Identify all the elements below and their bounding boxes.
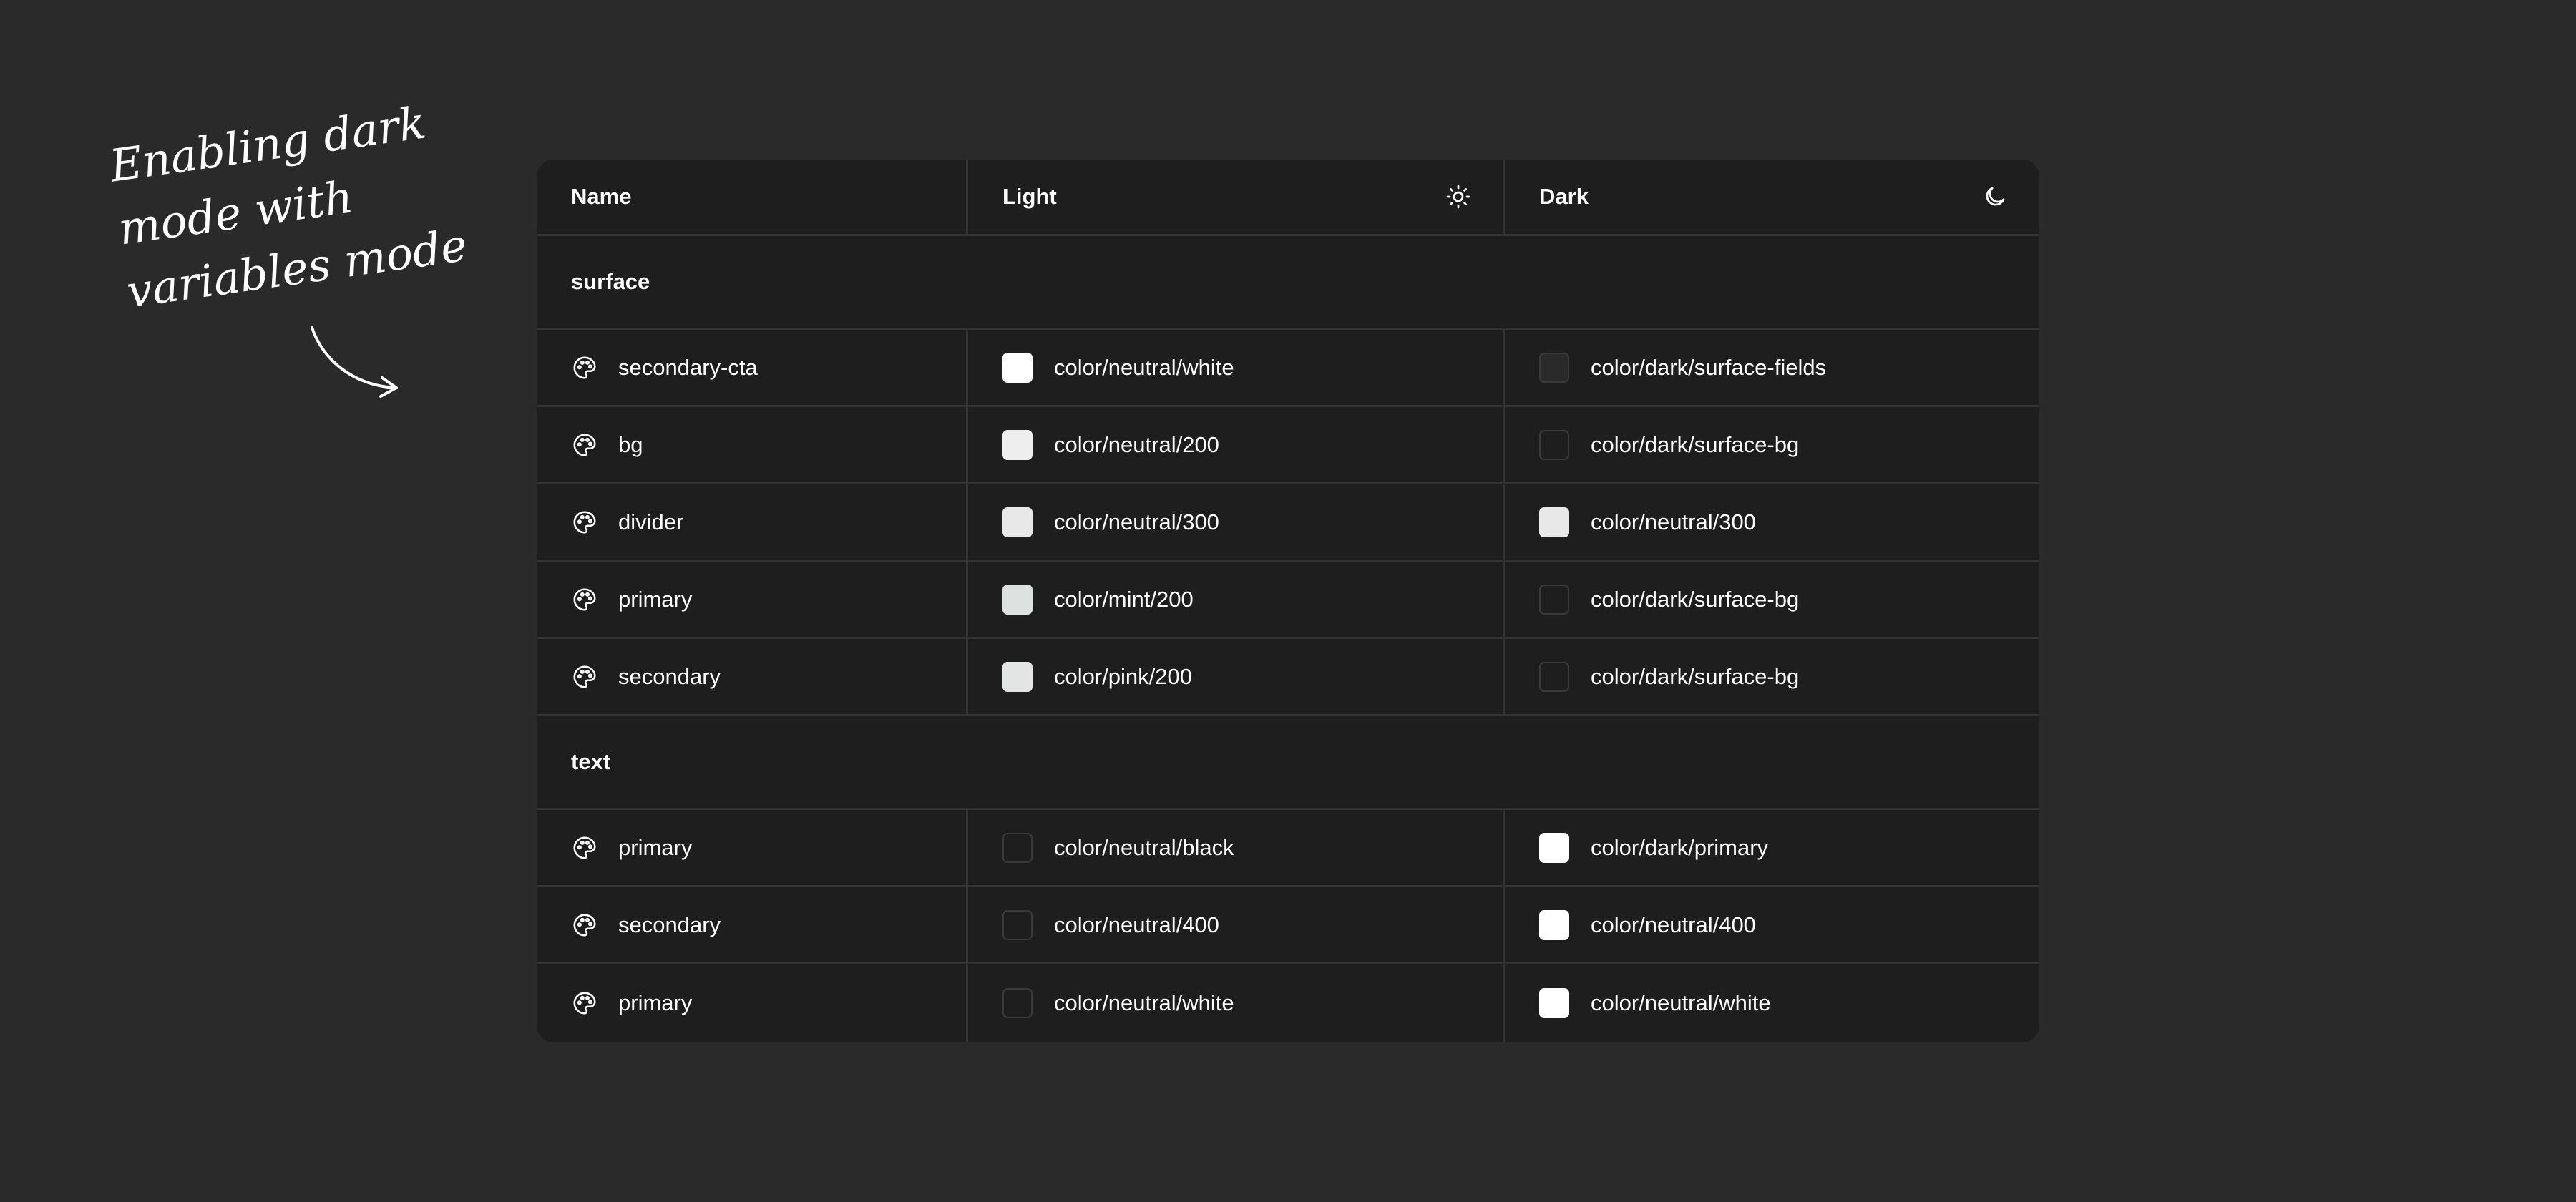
dark-color-swatch[interactable]	[1539, 584, 1569, 615]
variable-name: divider	[618, 509, 684, 534]
light-value: color/neutral/white	[1054, 990, 1234, 1015]
group-label: surface	[571, 269, 650, 294]
table-row[interactable]: primary color/neutral/black color/dark/pri…	[537, 810, 2039, 887]
table-row[interactable]: primary color/neutral/white color/neutral/…	[537, 964, 2039, 1042]
palette-icon	[573, 587, 596, 611]
variable-name: primary	[618, 586, 693, 612]
light-value-cell[interactable]: color/neutral/white	[966, 330, 1503, 405]
dark-value-cell[interactable]: color/neutral/300	[1503, 484, 2039, 560]
table-row[interactable]: secondary color/neutral/400 color/neutral/…	[537, 887, 2039, 964]
header-name[interactable]: Name	[537, 160, 966, 234]
palette-icon	[573, 433, 596, 456]
light-value-cell[interactable]: color/mint/200	[966, 562, 1503, 637]
dark-value: color/neutral/300	[1591, 509, 1756, 534]
dark-value-cell[interactable]: color/dark/surface-bg	[1503, 407, 2039, 482]
dark-value: color/dark/primary	[1591, 834, 1769, 860]
group-row-text[interactable]: text	[537, 716, 2039, 810]
palette-icon	[573, 992, 596, 1015]
palette-icon	[573, 913, 596, 937]
variable-name: bg	[618, 431, 643, 457]
dark-color-swatch[interactable]	[1539, 661, 1569, 692]
light-color-swatch[interactable]	[1002, 832, 1033, 863]
table-row[interactable]: primary color/mint/200 color/dark/surface-…	[537, 562, 2039, 639]
dark-value: color/dark/surface-bg	[1591, 663, 1800, 689]
light-color-swatch[interactable]	[1002, 352, 1033, 383]
dark-value: color/neutral/400	[1591, 912, 1756, 937]
light-value-cell[interactable]: color/neutral/black	[966, 810, 1503, 885]
light-color-swatch[interactable]	[1002, 429, 1033, 460]
light-color-swatch[interactable]	[1002, 909, 1033, 940]
dark-value-cell[interactable]: color/neutral/white	[1503, 964, 2039, 1042]
variable-name-cell[interactable]: primary	[537, 562, 966, 637]
palette-icon	[573, 836, 596, 859]
variable-name-cell[interactable]: primary	[537, 964, 966, 1042]
variable-name-cell[interactable]: divider	[537, 484, 966, 560]
header-dark-label: Dark	[1539, 184, 1589, 209]
dark-color-swatch[interactable]	[1539, 429, 1569, 460]
table-row[interactable]: divider color/neutral/300 color/neutral/30…	[537, 484, 2039, 562]
variable-name: secondary	[618, 663, 721, 689]
table-row[interactable]: secondary color/pink/200 color/dark/surfac…	[537, 639, 2039, 716]
dark-color-swatch[interactable]	[1539, 507, 1569, 537]
curved-arrow-icon	[311, 326, 398, 398]
light-value: color/neutral/400	[1054, 912, 1219, 937]
moon-icon[interactable]	[1982, 184, 2008, 210]
light-color-swatch[interactable]	[1002, 507, 1033, 537]
variable-name-cell[interactable]: secondary	[537, 887, 966, 962]
dark-value-cell[interactable]: color/neutral/400	[1503, 887, 2039, 962]
group-row-surface[interactable]: surface	[537, 236, 2039, 330]
dark-value-cell[interactable]: color/dark/surface-bg	[1503, 562, 2039, 637]
sun-icon[interactable]	[1445, 184, 1471, 210]
dark-value: color/neutral/white	[1591, 990, 1771, 1015]
table-header: Name Light Dark	[537, 160, 2039, 236]
variable-name-cell[interactable]: bg	[537, 407, 966, 482]
light-value-cell[interactable]: color/neutral/400	[966, 887, 1503, 962]
variable-name-cell[interactable]: primary	[537, 810, 966, 885]
group-label: text	[571, 749, 611, 774]
header-dark-mode[interactable]: Dark	[1503, 160, 2039, 234]
light-value-cell[interactable]: color/neutral/white	[966, 964, 1503, 1042]
annotation-line-1: Enabling dark	[106, 96, 429, 192]
variables-table: Name Light Dark surface secondary-cta colo…	[537, 160, 2039, 1042]
light-color-swatch[interactable]	[1002, 988, 1033, 1018]
light-color-swatch[interactable]	[1002, 661, 1033, 692]
dark-color-swatch[interactable]	[1539, 352, 1569, 383]
header-name-label: Name	[571, 184, 632, 209]
dark-value-cell[interactable]: color/dark/surface-bg	[1503, 639, 2039, 714]
table-row[interactable]: bg color/neutral/200 color/dark/surface-bg	[537, 407, 2039, 484]
variable-name: primary	[618, 834, 693, 860]
palette-icon	[573, 356, 596, 379]
light-value: color/neutral/white	[1054, 354, 1234, 380]
header-light-label: Light	[1002, 184, 1057, 209]
variable-name-cell[interactable]: secondary-cta	[537, 330, 966, 405]
light-value-cell[interactable]: color/pink/200	[966, 639, 1503, 714]
variable-name-cell[interactable]: secondary	[537, 639, 966, 714]
light-value-cell[interactable]: color/neutral/300	[966, 484, 1503, 560]
dark-value: color/dark/surface-fields	[1591, 354, 1827, 380]
dark-value-cell[interactable]: color/dark/primary	[1503, 810, 2039, 885]
light-value: color/pink/200	[1054, 663, 1193, 689]
variable-name: primary	[618, 990, 693, 1015]
dark-color-swatch[interactable]	[1539, 988, 1569, 1018]
table-row[interactable]: secondary-cta color/neutral/white color/da…	[537, 330, 2039, 407]
light-value: color/mint/200	[1054, 586, 1194, 612]
dark-value-cell[interactable]: color/dark/surface-fields	[1503, 330, 2039, 405]
light-color-swatch[interactable]	[1002, 584, 1033, 615]
light-value: color/neutral/200	[1054, 431, 1219, 457]
dark-value: color/dark/surface-bg	[1591, 586, 1800, 612]
handwritten-annotation: Enabling dark mode with variables mode	[107, 96, 470, 401]
variable-name: secondary	[618, 912, 721, 937]
palette-icon	[573, 510, 596, 534]
light-value-cell[interactable]: color/neutral/200	[966, 407, 1503, 482]
dark-color-swatch[interactable]	[1539, 832, 1569, 863]
palette-icon	[573, 665, 596, 688]
header-light-mode[interactable]: Light	[966, 160, 1503, 234]
light-value: color/neutral/black	[1054, 834, 1234, 860]
variable-name: secondary-cta	[618, 354, 758, 380]
dark-value: color/dark/surface-bg	[1591, 431, 1800, 457]
light-value: color/neutral/300	[1054, 509, 1219, 534]
dark-color-swatch[interactable]	[1539, 909, 1569, 940]
